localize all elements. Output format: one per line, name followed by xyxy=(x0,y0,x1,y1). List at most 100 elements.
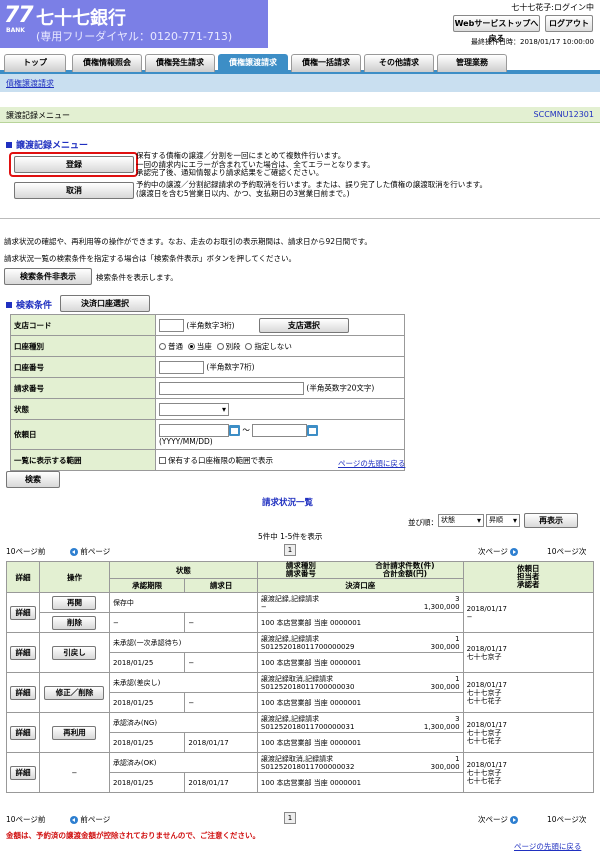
header-type-no: 請求種別 請求番号 xyxy=(285,561,316,578)
register-highlight xyxy=(9,152,138,177)
next10-link-bottom[interactable]: 10ページ次 xyxy=(547,814,586,825)
prev10-link-bottom[interactable]: 10ページ前 xyxy=(6,814,45,825)
row-person: − xyxy=(466,612,473,621)
search-button[interactable]: 検索 xyxy=(6,471,60,488)
tab-top[interactable]: トップ xyxy=(4,54,66,72)
row-approver: 七十七花子 xyxy=(466,696,502,705)
calendar-icon[interactable] xyxy=(307,424,319,436)
request-number-input[interactable] xyxy=(159,381,304,395)
sort-field-select[interactable]: 状態 xyxy=(438,514,484,527)
branch-code-input[interactable] xyxy=(159,319,184,332)
resort-button[interactable]: 再表示 xyxy=(524,513,578,528)
reuse-button[interactable]: 再利用 xyxy=(52,725,97,740)
account-number-cell: (半角数字7桁) xyxy=(155,356,405,378)
row-status: 承認済み(NG) xyxy=(108,712,258,733)
detail-button[interactable]: 詳細 xyxy=(10,765,36,780)
request-date-label: 依頼日 xyxy=(10,419,156,450)
next-page-bottom[interactable]: 次ページ xyxy=(478,814,519,825)
tab-bulk-request[interactable]: 債権一括請求 xyxy=(291,54,361,72)
list-title: 請求状況一覧 xyxy=(262,498,314,508)
row-status: 承認済み(OK) xyxy=(108,752,258,773)
tab-management[interactable]: 管理業務 xyxy=(437,54,507,72)
page-number-top[interactable]: 1 xyxy=(284,544,296,556)
detail-button[interactable]: 詳細 xyxy=(10,685,36,700)
toggle-search-button[interactable]: 検索条件非表示 xyxy=(4,268,92,285)
branch-code-label: 支店コード xyxy=(10,314,156,336)
account-type-checking-radio[interactable] xyxy=(187,343,195,350)
prev-page-bottom[interactable]: 前ページ xyxy=(70,814,110,825)
resume-button[interactable]: 再開 xyxy=(52,595,97,610)
account-number-input[interactable] xyxy=(159,360,204,374)
status-select[interactable] xyxy=(159,402,229,416)
date-from-input[interactable] xyxy=(159,423,229,437)
header-request-date: 請求日 xyxy=(184,578,258,593)
row-type: 譲渡記録,記録請求 xyxy=(260,714,320,723)
branch-select-button[interactable]: 支店選択 xyxy=(258,317,349,333)
tab-credit-transfer[interactable]: 債権譲渡請求 xyxy=(218,54,288,72)
account-type-none-radio[interactable] xyxy=(245,343,253,350)
account-type-special-radio[interactable] xyxy=(216,343,224,350)
row-approver: 七十七花子 xyxy=(466,736,502,745)
prev10-link-top[interactable]: 10ページ前 xyxy=(6,546,45,557)
row-count: 3 xyxy=(455,594,460,603)
result-count: 5件中 1-5件を表示 xyxy=(258,532,323,541)
pullback-button[interactable]: 引戻し xyxy=(52,645,97,660)
row-amount: 300,000 xyxy=(430,642,460,651)
bank-name: 七十七銀行 xyxy=(36,8,126,29)
next10-link-top[interactable]: 10ページ次 xyxy=(547,546,586,557)
subnav-transfer-request[interactable]: 債権譲渡請求 xyxy=(6,78,54,89)
request-number-cell: (半角英数字20文字) xyxy=(155,377,405,399)
account-number-hint: (半角数字7桁) xyxy=(206,362,255,371)
back-to-top-link[interactable]: ページの先頭に戻る xyxy=(338,458,405,469)
detail-button[interactable]: 詳細 xyxy=(10,725,36,740)
row-type: 譲渡記録,記録請求 xyxy=(260,634,320,643)
row-count: 3 xyxy=(455,714,460,723)
row-request-no: S01252018011700000029 xyxy=(260,642,355,651)
row-status: 未承認(一次承認待ち) xyxy=(108,632,258,653)
row-request-no: S01252018011700000030 xyxy=(260,682,355,691)
header-count-amount: 合計請求件数(件) 合計金額(円) xyxy=(375,561,435,578)
account-select-button[interactable]: 決済口座選択 xyxy=(60,295,150,312)
sub-navigation: 債権譲渡請求 xyxy=(0,74,600,92)
row-account: 100 本店営業部 当座 0000001 xyxy=(256,612,464,633)
next-page-top[interactable]: 次ページ xyxy=(478,546,519,557)
row-status: 保存中 xyxy=(108,592,258,613)
row-person: 七十七京子 xyxy=(466,768,502,777)
branch-code-cell: (半角数字3桁) 支店選択 xyxy=(155,314,405,336)
display-range-checkbox[interactable] xyxy=(159,457,166,464)
arrow-left-icon xyxy=(70,548,78,556)
edit-delete-button[interactable]: 修正／削除 xyxy=(44,685,105,700)
header-account: 決済口座 xyxy=(256,578,464,593)
web-service-top-button[interactable]: Webサービストップへ戻る xyxy=(453,15,540,43)
cancel-button[interactable]: 取消 xyxy=(14,182,134,199)
row-approval: 2018/01/25 xyxy=(108,692,186,713)
prev-page-top[interactable]: 前ページ xyxy=(70,546,110,557)
back-to-top-link-bottom[interactable]: ページの先頭に戻る xyxy=(514,841,581,852)
row-count: 1 xyxy=(455,674,460,683)
row-approval: 2018/01/25 xyxy=(108,772,186,793)
request-status-table: 詳細 操作 状態 請求種別 請求番号 合計請求件数(件) 合計金額(円) 依頼日… xyxy=(6,561,595,793)
header-approval: 承認期限 xyxy=(108,578,186,593)
row-amount: 300,000 xyxy=(430,682,460,691)
page-number-bottom[interactable]: 1 xyxy=(284,812,296,824)
row-amount: 1,300,000 xyxy=(423,722,460,731)
row-account: 100 本店営業部 当座 0000001 xyxy=(256,652,464,673)
detail-button[interactable]: 詳細 xyxy=(10,605,36,620)
delete-button[interactable]: 削除 xyxy=(52,615,97,630)
sort-order-select[interactable]: 昇順 xyxy=(486,514,520,527)
tab-credit-issue[interactable]: 債権発生請求 xyxy=(145,54,215,72)
logout-button[interactable]: ログアウト xyxy=(545,15,593,32)
bank-logo: 77 BANK 七十七銀行 (専用フリーダイヤル：0120-771-713) xyxy=(0,0,268,48)
user-status: 七十七花子:ログイン中 xyxy=(511,3,594,12)
detail-button[interactable]: 詳細 xyxy=(10,645,36,660)
account-type-ordinary-radio[interactable] xyxy=(159,343,166,350)
calendar-icon[interactable] xyxy=(229,424,240,436)
tab-credit-info[interactable]: 債権情報照会 xyxy=(72,54,142,72)
account-type-label: 口座種別 xyxy=(10,335,156,357)
table-row: 詳細 再利用 承認済み(NG) 譲渡記録,記録請求 S01252018011700… xyxy=(6,712,595,753)
tab-other-request[interactable]: その他請求 xyxy=(364,54,434,72)
row-request-date: 2018/01/17 xyxy=(184,732,258,753)
row-approver: 七十七花子 xyxy=(466,776,502,785)
date-to-input[interactable] xyxy=(252,423,308,437)
table-row: 詳細 再開 保存中 譲渡記録,記録請求 − 3 1,300,000 2018/01/… xyxy=(6,592,595,633)
